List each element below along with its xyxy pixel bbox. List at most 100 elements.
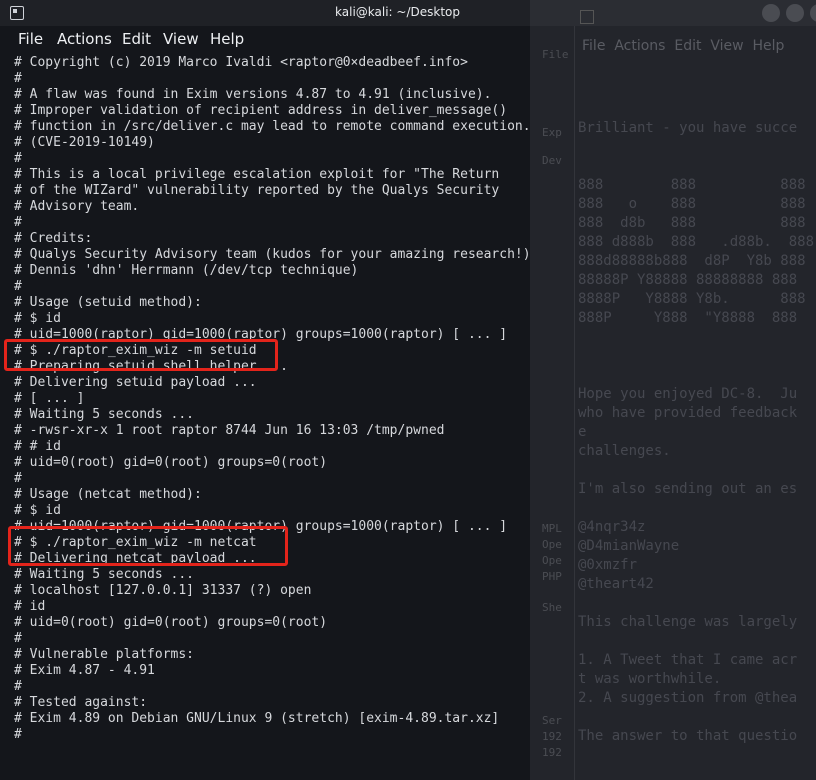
terminal-line: # A flaw was found in Exim versions 4.87… xyxy=(14,87,492,102)
background-panel-label: MPL xyxy=(542,522,562,535)
background-output-line xyxy=(578,708,814,727)
terminal-line: # uid=0(root) gid=0(root) groups=0(root) xyxy=(14,455,328,470)
terminal-line: # Vulnerable platforms: xyxy=(14,647,195,662)
terminal-window[interactable]: kali@kali: ~/Desktop File Actions Edit V… xyxy=(0,0,530,780)
terminal-line: # function in /src/deliver.c may lead to… xyxy=(14,119,530,134)
background-side-panel: File Exp Dev MPL Ope Ope PHP She Ser 192 192 xyxy=(530,26,575,780)
background-panel-label: Ope xyxy=(542,538,562,551)
terminal-line: # Exim 4.89 on Debian GNU/Linux 9 (stret… xyxy=(14,711,500,726)
terminal-line: # [ ... ] xyxy=(14,391,85,406)
background-output-line: Brilliant - you have succe xyxy=(578,120,798,136)
background-output-line xyxy=(578,100,814,119)
minimize-icon[interactable] xyxy=(762,4,780,22)
maximize-icon[interactable] xyxy=(786,4,804,22)
close-icon[interactable] xyxy=(810,4,816,22)
background-output-line: t was worthwhile. xyxy=(578,671,722,687)
terminal-line: # Dennis 'dhn' Herrmann (/dev/tcp techni… xyxy=(14,263,359,278)
background-output-line: @4nqr34z xyxy=(578,519,646,535)
background-terminal-window[interactable]: File Actions Edit View Help File Exp Dev MP… xyxy=(530,0,816,780)
background-output-line xyxy=(578,138,814,157)
background-output-line xyxy=(578,347,814,366)
terminal-line: # Waiting 5 seconds ... xyxy=(14,567,195,582)
terminal-line: # xyxy=(14,151,22,166)
background-output-line: This challenge was largely xyxy=(578,614,798,630)
background-output-line: 888 d8b 888 888 xyxy=(578,215,806,231)
background-output-line xyxy=(578,461,814,480)
window-title: kali@kali: ~/Desktop xyxy=(335,5,460,19)
background-panel-label: 192 xyxy=(542,730,562,743)
background-output-line: Hope you enjoyed DC-8. Ju xyxy=(578,386,798,402)
background-output-line: @0xmzfr xyxy=(578,557,638,573)
menubar: File Actions Edit View Help xyxy=(0,26,530,52)
terminal-line: # This is a local privilege escalation e… xyxy=(14,167,500,182)
background-panel-label: PHP xyxy=(542,570,562,583)
highlight-netcat-command xyxy=(8,526,288,566)
background-panel-label: Ope xyxy=(542,554,562,567)
background-titlebar[interactable] xyxy=(530,0,816,26)
background-output-line: 888P Y888 "Y8888 888 xyxy=(578,310,798,326)
background-output-line xyxy=(578,632,814,651)
background-panel-label: 192 xyxy=(542,746,562,759)
background-panel-label: File xyxy=(542,48,569,61)
terminal-line: # xyxy=(14,679,22,694)
terminal-line: # xyxy=(14,215,22,230)
terminal-line: # xyxy=(14,279,22,294)
terminal-line: # Delivering setuid payload ... xyxy=(14,375,257,390)
background-output-line: 8888P Y8888 Y8b. 888 xyxy=(578,291,806,307)
terminal-line: # Improper validation of recipient addre… xyxy=(14,103,508,118)
background-output-line: 88888P Y88888 88888888 888 xyxy=(578,272,798,288)
background-output-line: I'm also sending out an es xyxy=(578,481,798,497)
background-output-line: 888 888 888 xyxy=(578,177,806,193)
terminal-line: # Credits: xyxy=(14,231,93,246)
background-output-line xyxy=(578,499,814,518)
terminal-line: # id xyxy=(14,599,46,614)
background-output-line: 888d88888b888 d8P Y8b 888 xyxy=(578,253,806,269)
background-output-line: challenges. xyxy=(578,443,671,459)
background-panel-label: Ser xyxy=(542,714,562,727)
background-output-line: 888 d888b 888 .d88b. 888 xyxy=(578,234,815,250)
background-panel-label: Dev xyxy=(542,154,562,167)
background-output-line xyxy=(578,328,814,347)
terminal-line: # Waiting 5 seconds ... xyxy=(14,407,195,422)
background-panel-label: She xyxy=(542,601,562,614)
background-output-line: e xyxy=(578,424,587,440)
terminal-line: # Exim 4.87 - 4.91 xyxy=(14,663,155,678)
menu-view[interactable]: View xyxy=(163,30,199,48)
highlight-setuid-command xyxy=(4,339,278,371)
background-output-line: @theart42 xyxy=(578,576,654,592)
terminal-output[interactable]: # Copyright (c) 2019 Marco Ivaldi <rapto… xyxy=(14,55,530,743)
terminal-line: # Tested against: xyxy=(14,695,148,710)
terminal-line: # xyxy=(14,631,22,646)
background-panel-label: Exp xyxy=(542,126,562,139)
background-output-line: 2. A suggestion from @thea xyxy=(578,690,798,706)
terminal-line: # localhost [127.0.0.1] 31337 (?) open xyxy=(14,583,312,598)
background-output-line: @D4mianWayne xyxy=(578,538,680,554)
menu-help[interactable]: Help xyxy=(210,30,244,48)
background-output-line xyxy=(578,157,814,176)
background-menubar[interactable]: File Actions Edit View Help xyxy=(582,38,784,54)
terminal-line: # xyxy=(14,727,22,742)
terminal-line: # $ id xyxy=(14,311,61,326)
menu-edit[interactable]: Edit xyxy=(122,30,151,48)
terminal-line: # Copyright (c) 2019 Marco Ivaldi <rapto… xyxy=(14,55,468,70)
menu-actions[interactable]: Actions xyxy=(57,30,112,48)
terminal-line: # xyxy=(14,471,22,486)
terminal-line: # Advisory team. xyxy=(14,199,140,214)
background-output-line xyxy=(578,366,814,385)
terminal-line: # of the WIZard" vulnerability reported … xyxy=(14,183,500,198)
titlebar[interactable]: kali@kali: ~/Desktop xyxy=(0,0,530,26)
terminal-line: # uid=0(root) gid=0(root) groups=0(root) xyxy=(14,615,328,630)
terminal-icon xyxy=(580,10,594,24)
terminal-line: # xyxy=(14,71,22,86)
menu-file[interactable]: File xyxy=(18,30,43,48)
terminal-line: # # id xyxy=(14,439,61,454)
background-output-line: who have provided feedback xyxy=(578,405,798,421)
background-output-line xyxy=(578,594,814,613)
background-output-line: 1. A Tweet that I came acr xyxy=(578,652,798,668)
background-output-line: The answer to that questio xyxy=(578,728,798,744)
terminal-line: # Usage (setuid method): xyxy=(14,295,202,310)
background-terminal-output: Brilliant - you have succe 888 888 888 888… xyxy=(578,100,814,746)
terminal-line: # Qualys Security Advisory team (kudos f… xyxy=(14,247,530,262)
terminal-line: # Usage (netcat method): xyxy=(14,487,202,502)
terminal-line: # $ id xyxy=(14,503,61,518)
